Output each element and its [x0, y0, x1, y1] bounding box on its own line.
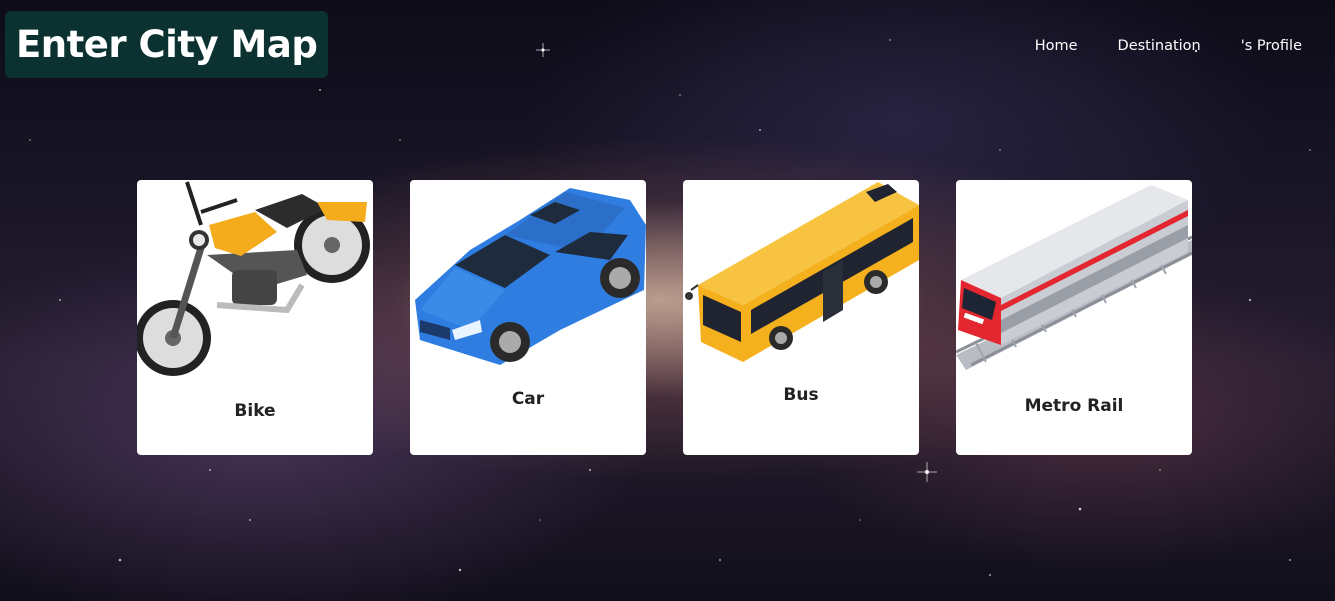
vehicle-label-metro-rail: Metro Rail [1024, 396, 1124, 416]
train-icon [956, 185, 1192, 370]
bus-icon [685, 182, 919, 362]
vehicle-label-bus: Bus [783, 385, 819, 405]
brand-logo[interactable]: Enter City Map [5, 11, 329, 78]
vehicle-label-bike: Bike [234, 401, 276, 421]
top-nav: Home Destination 's Profile [1035, 38, 1302, 54]
vehicle-cards: Bike Car Bus Metro Rail [137, 180, 1192, 455]
vehicle-card-metro-rail[interactable]: Metro Rail [956, 180, 1192, 455]
vehicle-card-bus[interactable]: Bus [683, 180, 919, 455]
app-title: Enter City Map [16, 23, 318, 66]
vehicle-label-car: Car [511, 389, 545, 409]
nav-link-destination[interactable]: Destination [1118, 38, 1201, 54]
motorbike-icon [137, 181, 370, 376]
page: Enter City Map Home Destination 's Profi… [0, 0, 1335, 601]
nav-link-home[interactable]: Home [1035, 38, 1078, 54]
vehicle-card-bike[interactable]: Bike [137, 180, 373, 455]
nav-link-profile[interactable]: 's Profile [1241, 38, 1302, 54]
car-icon [415, 188, 646, 365]
vehicle-card-car[interactable]: Car [410, 180, 646, 455]
